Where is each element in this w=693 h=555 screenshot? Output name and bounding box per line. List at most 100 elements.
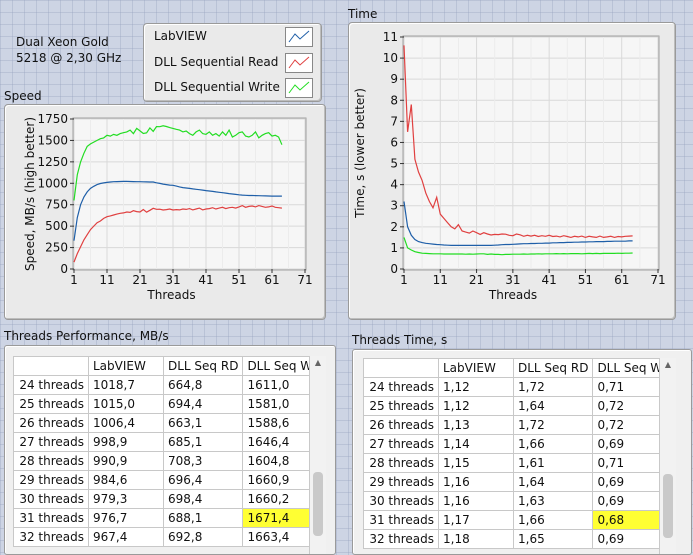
x-tick-label: 41 <box>198 273 213 287</box>
table-row[interactable]: 26 threads 1006,4 663,1 1588,6 <box>13 413 327 433</box>
table-row[interactable]: 27 threads 998,9 685,1 1646,4 <box>13 432 327 452</box>
y-tick-label: 10 <box>383 51 398 65</box>
scroll-up-icon[interactable]: ▲ <box>310 356 326 370</box>
time-table-caption: Threads Time, s <box>352 333 448 347</box>
table-cell[interactable]: 1,66 <box>512 434 594 454</box>
speed-chart-caption: Speed <box>4 89 42 103</box>
perf-table-caption: Threads Performance, MB/s <box>4 329 169 343</box>
table-row[interactable]: 30 threads 979,3 698,4 1660,2 <box>13 489 327 509</box>
row-header[interactable]: 27 threads <box>363 434 439 454</box>
row-header[interactable]: 25 threads <box>363 396 439 416</box>
table-cell[interactable]: 1,65 <box>512 529 594 549</box>
row-header[interactable]: 31 threads <box>13 508 89 528</box>
table-row[interactable]: 28 threads 990,9 708,3 1604,8 <box>13 451 327 471</box>
table-cell[interactable]: 698,4 <box>162 489 244 509</box>
table-cell[interactable]: 685,1 <box>162 432 244 452</box>
table-row[interactable]: 24 threads 1018,7 664,8 1611,0 <box>13 375 327 395</box>
table-cell[interactable]: 979,3 <box>88 489 164 509</box>
table-cell[interactable]: 1,13 <box>438 415 514 435</box>
table-cell[interactable]: 1,63 <box>512 491 594 511</box>
scroll-up-icon[interactable]: ▲ <box>660 358 676 372</box>
x-tick-label: 51 <box>578 273 593 287</box>
table-cell[interactable]: 708,3 <box>162 451 244 471</box>
y-tick-label: 9 <box>390 72 398 86</box>
table-cell[interactable]: 1,18 <box>438 529 514 549</box>
table-row[interactable]: 31 threads 976,7 688,1 1671,4 <box>13 508 327 528</box>
table-cell[interactable]: 664,8 <box>162 375 244 395</box>
table-cell[interactable]: 1,16 <box>438 491 514 511</box>
legend-swatch-labview[interactable] <box>285 27 313 47</box>
row-header[interactable]: 31 threads <box>363 510 439 530</box>
row-header[interactable]: 32 threads <box>363 529 439 549</box>
x-tick-label: 71 <box>650 273 665 287</box>
table-cell[interactable]: 694,4 <box>162 394 244 414</box>
y-tick-label: 1 <box>390 241 398 255</box>
table-row[interactable]: 29 threads 984,6 696,4 1660,9 <box>13 470 327 490</box>
row-header[interactable]: 27 threads <box>13 432 89 452</box>
scroll-thumb[interactable] <box>313 472 323 536</box>
table-row[interactable]: 30 threads 1,16 1,63 0,69 <box>363 491 677 511</box>
table-row[interactable]: 26 threads 1,13 1,72 0,72 <box>363 415 677 435</box>
table-row[interactable]: 25 threads 1,12 1,64 0,72 <box>363 396 677 416</box>
row-header[interactable]: 30 threads <box>363 491 439 511</box>
row-header[interactable]: 32 threads <box>13 527 89 547</box>
table-cell[interactable]: 1,14 <box>438 434 514 454</box>
table-cell[interactable]: 990,9 <box>88 451 164 471</box>
table-cell[interactable]: 967,4 <box>88 527 164 547</box>
table-cell[interactable]: 1015,0 <box>88 394 164 414</box>
table-row[interactable]: 31 threads 1,17 1,66 0,68 <box>363 510 677 530</box>
table-cell[interactable]: 1,64 <box>512 472 594 492</box>
scroll-thumb[interactable] <box>663 474 673 538</box>
column-header <box>363 358 439 378</box>
legend-swatch-dll-write[interactable] <box>285 78 313 98</box>
table-cell[interactable]: 692,8 <box>162 527 244 547</box>
table-cell[interactable]: 1,72 <box>512 377 594 397</box>
time-chart-caption: Time <box>348 7 378 21</box>
table-cell[interactable]: 1,17 <box>438 510 514 530</box>
table-cell[interactable]: 1006,4 <box>88 413 164 433</box>
table-row[interactable]: 24 threads 1,12 1,72 0,71 <box>363 377 677 397</box>
table-row[interactable]: 32 threads 1,18 1,65 0,69 <box>363 529 677 549</box>
table-cell[interactable]: 1,16 <box>438 472 514 492</box>
table-cell[interactable]: 976,7 <box>88 508 164 528</box>
time-table-scrollbar[interactable]: ▲ <box>659 358 676 554</box>
table-row[interactable]: 25 threads 1015,0 694,4 1581,0 <box>13 394 327 414</box>
table-cell[interactable]: 688,1 <box>162 508 244 528</box>
legend-swatch-dll-read[interactable] <box>285 53 313 73</box>
time-table-frame: LabVIEW DLL Seq RD DLL Seq WR 24 threads 1,1… <box>352 349 692 555</box>
time-chart: 1 11 21 31 41 51 61 7101234567891011ThreadsTime… <box>353 30 666 302</box>
y-tick-label: 8 <box>390 93 398 107</box>
table-cell[interactable]: 1,66 <box>512 510 594 530</box>
row-header[interactable]: 24 threads <box>363 377 439 397</box>
row-header[interactable]: 25 threads <box>13 394 89 414</box>
table-cell[interactable]: 696,4 <box>162 470 244 490</box>
table-row[interactable]: 32 threads 967,4 692,8 1663,4 <box>13 527 327 547</box>
row-header[interactable]: 24 threads <box>13 375 89 395</box>
table-row[interactable]: 29 threads 1,16 1,64 0,69 <box>363 472 677 492</box>
table-cell[interactable]: 663,1 <box>162 413 244 433</box>
row-header[interactable]: 28 threads <box>363 453 439 473</box>
row-header[interactable]: 30 threads <box>13 489 89 509</box>
table-row[interactable]: 27 threads 1,14 1,66 0,69 <box>363 434 677 454</box>
plot-legend[interactable]: LabVIEW DLL Sequential Read DLL Sequenti… <box>143 23 322 102</box>
perf-table-scrollbar[interactable]: ▲ <box>309 356 326 554</box>
row-header[interactable]: 29 threads <box>13 470 89 490</box>
table-cell[interactable]: 1,12 <box>438 377 514 397</box>
row-header[interactable]: 26 threads <box>13 413 89 433</box>
x-tick-label: 51 <box>231 273 246 287</box>
row-header[interactable]: 26 threads <box>363 415 439 435</box>
table-cell[interactable]: 1018,7 <box>88 375 164 395</box>
x-axis-label: Threads <box>146 288 195 302</box>
table-cell[interactable]: 1,15 <box>438 453 514 473</box>
table-cell[interactable]: 1,64 <box>512 396 594 416</box>
table-cell[interactable]: 998,9 <box>88 432 164 452</box>
table-cell[interactable]: 984,6 <box>88 470 164 490</box>
table-row[interactable]: 28 threads 1,15 1,61 0,71 <box>363 453 677 473</box>
row-header[interactable]: 28 threads <box>13 451 89 471</box>
table-cell[interactable]: 1,61 <box>512 453 594 473</box>
table-cell[interactable]: 1,72 <box>512 415 594 435</box>
row-header[interactable]: 29 threads <box>363 472 439 492</box>
x-tick-label: 31 <box>505 273 520 287</box>
table-cell[interactable]: 1,12 <box>438 396 514 416</box>
y-tick-label: 0 <box>390 262 398 276</box>
